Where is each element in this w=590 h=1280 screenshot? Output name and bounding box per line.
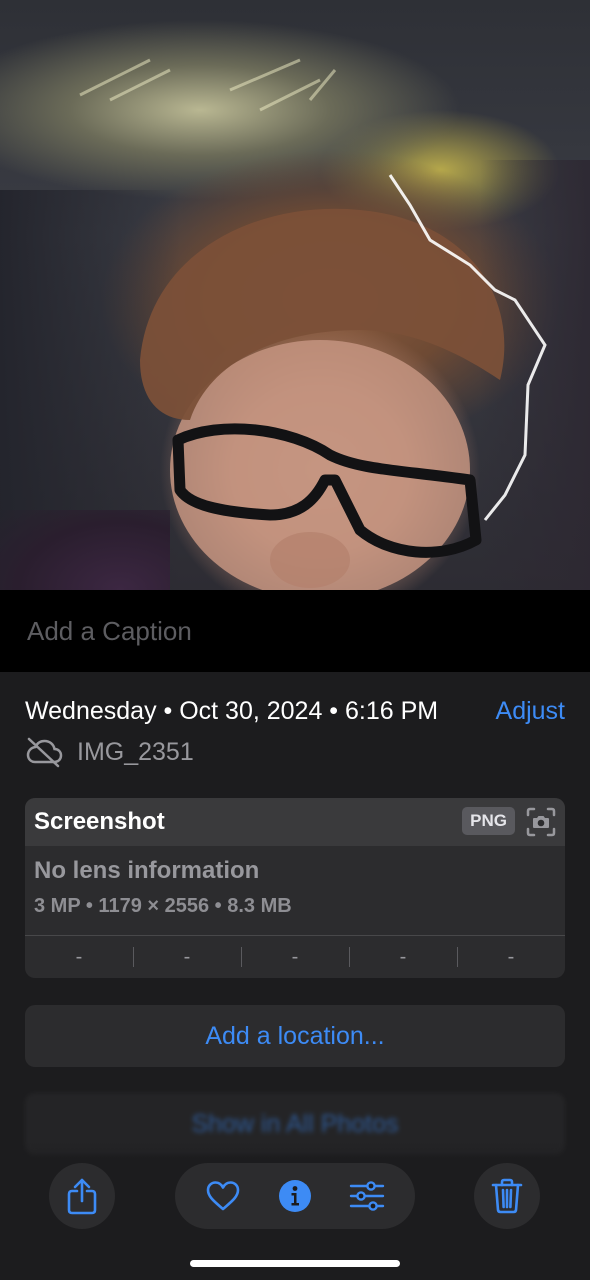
share-button[interactable] — [49, 1163, 115, 1229]
favorite-button[interactable] — [198, 1171, 248, 1221]
card-title: Screenshot — [34, 808, 165, 835]
exif-shutter: - — [457, 936, 565, 978]
filename-label: IMG_2351 — [77, 737, 194, 766]
screenshot-camera-icon — [526, 807, 556, 837]
delete-button[interactable] — [474, 1163, 540, 1229]
home-indicator[interactable] — [190, 1260, 400, 1267]
exif-aperture: - — [349, 936, 457, 978]
exif-exposure: - — [241, 936, 349, 978]
lens-info: No lens information — [34, 857, 260, 884]
metadata-card: Screenshot PNG No lens information 3 MP … — [25, 798, 565, 978]
photo-details — [79, 58, 547, 590]
add-location-button[interactable]: Add a location... — [25, 1005, 565, 1067]
metadata-card-header: Screenshot PNG — [25, 798, 565, 846]
trash-icon — [491, 1178, 523, 1214]
caption-input[interactable] — [25, 608, 569, 654]
filename-row: IMG_2351 — [25, 736, 194, 768]
exif-iso: - — [75, 945, 83, 968]
photo-preview[interactable] — [0, 0, 590, 590]
exif-focal-length: - — [133, 936, 241, 978]
adjust-sliders-icon — [349, 1181, 385, 1211]
edit-button[interactable] — [342, 1171, 392, 1221]
caption-bar — [0, 590, 590, 672]
exif-row: - - - - - — [25, 936, 565, 978]
info-button[interactable] — [270, 1171, 320, 1221]
share-icon — [67, 1178, 97, 1215]
format-badge: PNG — [462, 807, 515, 835]
cloud-off-icon — [26, 737, 63, 768]
info-icon — [279, 1180, 311, 1212]
date-time-label: Wednesday • Oct 30, 2024 • 6:16 PM — [25, 697, 439, 725]
action-pill — [175, 1163, 415, 1229]
heart-icon — [206, 1181, 240, 1211]
image-specs: 3 MP • 1179 × 2556 • 8.3 MB — [34, 895, 292, 917]
adjust-date-button[interactable]: Adjust — [496, 697, 565, 726]
